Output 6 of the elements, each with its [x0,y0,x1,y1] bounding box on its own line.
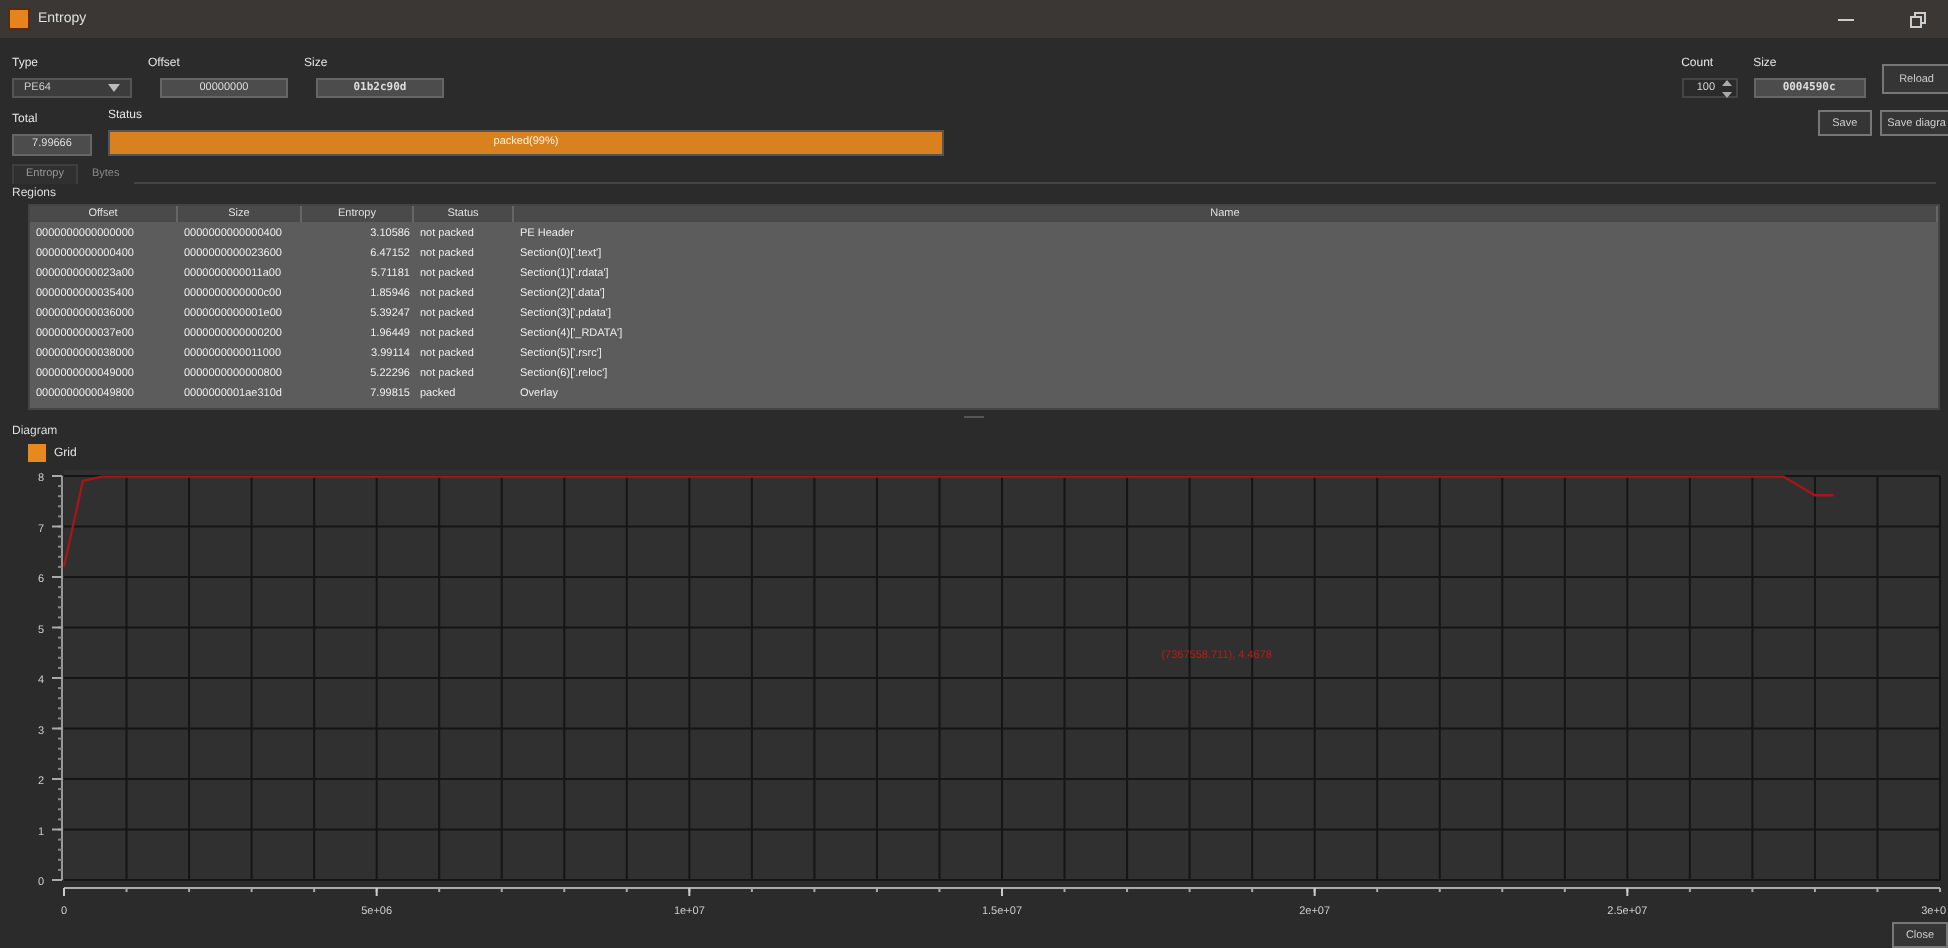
restore-icon[interactable] [1908,9,1928,29]
spinner-arrows-icon [1721,79,1732,98]
grid-checkbox[interactable] [28,444,46,462]
caret-icon [108,84,120,93]
splitter-handle[interactable] [964,415,984,418]
app-icon [8,8,30,30]
